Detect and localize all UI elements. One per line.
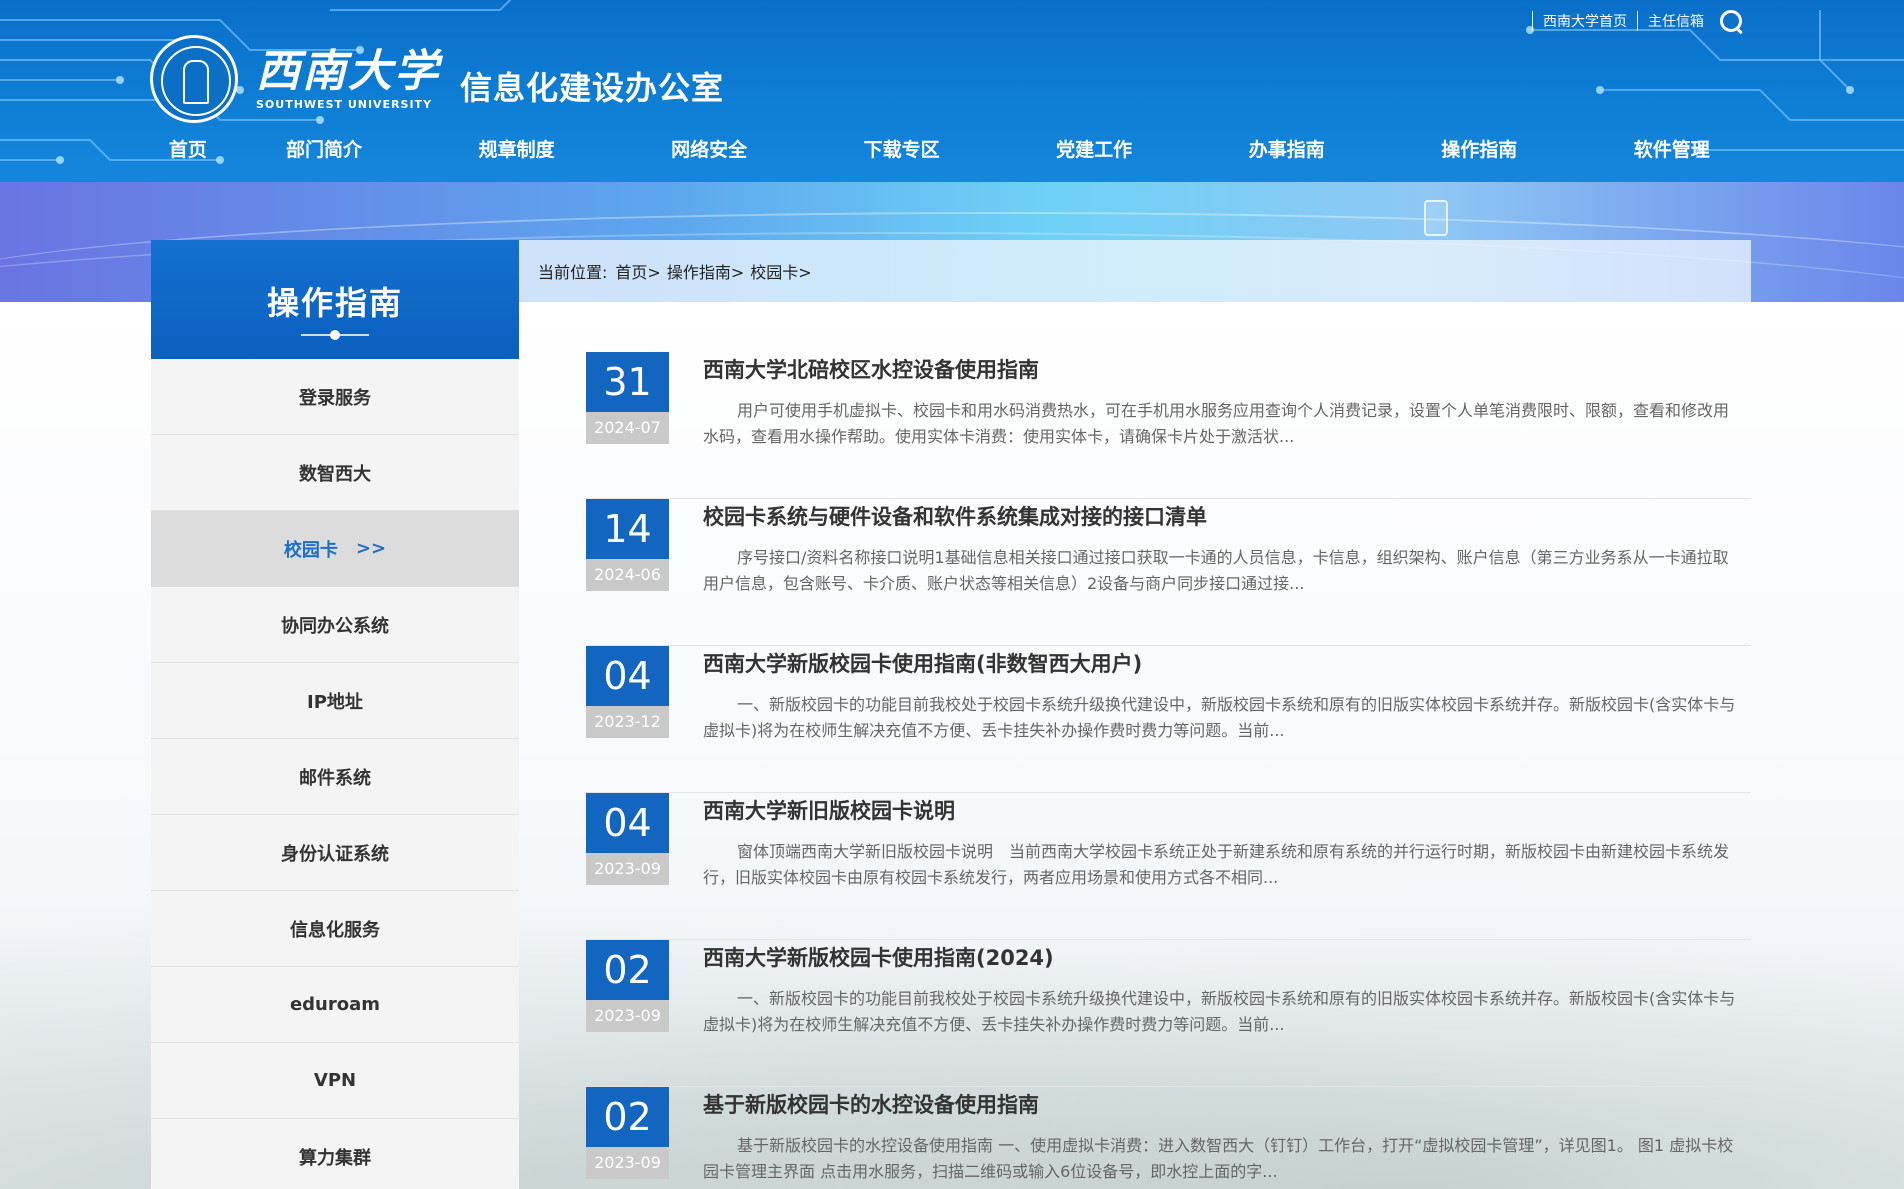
nav-item-network-security[interactable]: 网络安全 xyxy=(613,130,806,170)
sidebar-item-mail-system[interactable]: 邮件系统 xyxy=(151,739,519,815)
list-item[interactable]: 04 2023-09 西南大学新旧版校园卡说明 窗体顶端西南大学新旧版校园卡说明… xyxy=(586,793,1751,940)
news-title-link[interactable]: 校园卡系统与硬件设备和软件系统集成对接的接口清单 xyxy=(703,501,1207,531)
sidebar-item-label: 信息化服务 xyxy=(290,919,380,941)
news-title-link[interactable]: 西南大学新版校园卡使用指南(2024) xyxy=(703,942,1054,972)
top-link-director-mailbox[interactable]: 主任信箱 xyxy=(1648,11,1704,31)
nav-item-service-guide[interactable]: 办事指南 xyxy=(1190,130,1383,170)
sidebar-item-label: 邮件系统 xyxy=(299,767,371,789)
news-summary: 窗体顶端西南大学新旧版校园卡说明 当前西南大学校园卡系统正处于新建系统和原有系统… xyxy=(703,842,1730,887)
sidebar-item-computing-cluster[interactable]: 算力集群 xyxy=(151,1119,519,1189)
nav-item-downloads[interactable]: 下载专区 xyxy=(805,130,998,170)
list-item[interactable]: 02 2023-09 基于新版校园卡的水控设备使用指南 基于新版校园卡的水控设备… xyxy=(586,1087,1751,1189)
date-year-month: 2023-09 xyxy=(586,1147,669,1179)
sidebar-item-label: eduroam xyxy=(289,994,381,1015)
breadcrumb-link-operation-guide[interactable]: 操作指南> xyxy=(667,259,744,283)
date-badge: 04 2023-12 xyxy=(586,646,669,738)
university-logo[interactable]: 西南大学 SOUTHWEST UNIVERSITY 信息化建设办公室 xyxy=(150,34,724,124)
nav-item-operation-guide[interactable]: 操作指南 xyxy=(1383,130,1576,170)
office-title: 信息化建设办公室 xyxy=(460,69,725,107)
date-day: 02 xyxy=(586,1087,669,1147)
sidebar-item-label: 协同办公系统 xyxy=(281,615,389,637)
sidebar-item-campus-card[interactable]: 校园卡 >> xyxy=(151,511,519,587)
list-item[interactable]: 02 2023-09 西南大学新版校园卡使用指南(2024) 一、新版校园卡的功… xyxy=(586,940,1751,1087)
active-arrow-icon: >> xyxy=(355,538,387,559)
news-summary: 用户可使用手机虚拟卡、校园卡和用水码消费热水，可在手机用水服务应用查询个人消费记… xyxy=(703,401,1730,446)
date-year-month: 2023-09 xyxy=(586,1000,669,1032)
sidebar-item-ip-address[interactable]: IP地址 xyxy=(151,663,519,739)
date-badge: 02 2023-09 xyxy=(586,1087,669,1179)
sidebar: 操作指南 登录服务 数智西大 校园卡 >> 协同办公系统 IP地址 邮件系统 身… xyxy=(151,240,519,1189)
sidebar-item-label: IP地址 xyxy=(307,691,363,713)
news-title-link[interactable]: 西南大学北碚校区水控设备使用指南 xyxy=(703,354,1039,384)
sidebar-item-collaborative-office[interactable]: 协同办公系统 xyxy=(151,587,519,663)
breadcrumb-link-campus-card[interactable]: 校园卡> xyxy=(750,259,811,283)
nav-item-department[interactable]: 部门简介 xyxy=(228,130,421,170)
news-title-link[interactable]: 西南大学新版校园卡使用指南(非数智西大用户) xyxy=(703,648,1142,678)
news-title-link[interactable]: 基于新版校园卡的水控设备使用指南 xyxy=(703,1089,1039,1119)
date-badge: 04 2023-09 xyxy=(586,793,669,885)
nav-item-software[interactable]: 软件管理 xyxy=(1576,130,1769,170)
sidebar-item-label: 校园卡 xyxy=(283,539,338,561)
date-day: 31 xyxy=(586,352,669,412)
university-name: 西南大学 SOUTHWEST UNIVERSITY xyxy=(256,45,440,111)
divider xyxy=(1532,11,1533,31)
date-badge: 31 2024-07 xyxy=(586,352,669,444)
divider xyxy=(1637,11,1638,31)
university-name-cn: 西南大学 xyxy=(256,45,440,97)
sidebar-item-identity-auth[interactable]: 身份认证系统 xyxy=(151,815,519,891)
list-item[interactable]: 31 2024-07 西南大学北碚校区水控设备使用指南 用户可使用手机虚拟卡、校… xyxy=(586,352,1751,499)
sidebar-item-label: VPN xyxy=(313,1070,357,1091)
main-nav: 首页 部门简介 规章制度 网络安全 下载专区 党建工作 办事指南 操作指南 软件… xyxy=(148,130,1768,170)
date-badge: 14 2024-06 xyxy=(586,499,669,591)
date-year-month: 2023-09 xyxy=(586,853,669,885)
main-content: 当前位置: 首页> 操作指南> 校园卡> 31 2024-07 西南大学北碚校区… xyxy=(519,240,1751,1189)
news-summary: 基于新版校园卡的水控设备使用指南 一、使用虚拟卡消费：进入数智西大（钉钉）工作台… xyxy=(703,1136,1734,1181)
breadcrumb-link-home[interactable]: 首页> xyxy=(615,259,660,283)
sidebar-header: 操作指南 xyxy=(151,240,519,359)
news-list: 31 2024-07 西南大学北碚校区水控设备使用指南 用户可使用手机虚拟卡、校… xyxy=(586,352,1751,1189)
date-badge: 02 2023-09 xyxy=(586,940,669,1032)
news-summary: 一、新版校园卡的功能目前我校处于校园卡系统升级换代建设中，新版校园卡系统和原有的… xyxy=(703,989,1736,1034)
news-summary: 序号接口/资料名称接口说明1基础信息相关接口通过接口获取一卡通的人员信息，卡信息… xyxy=(703,548,1729,593)
device-icon xyxy=(1424,200,1448,236)
list-item[interactable]: 14 2024-06 校园卡系统与硬件设备和软件系统集成对接的接口清单 序号接口… xyxy=(586,499,1751,646)
nav-item-home[interactable]: 首页 xyxy=(148,130,228,170)
date-day: 02 xyxy=(586,940,669,1000)
sidebar-item-eduroam[interactable]: eduroam xyxy=(151,967,519,1043)
site-header: 西南大学 SOUTHWEST UNIVERSITY 信息化建设办公室 西南大学首… xyxy=(0,0,1904,182)
news-title-link[interactable]: 西南大学新旧版校园卡说明 xyxy=(703,795,955,825)
sidebar-item-login-service[interactable]: 登录服务 xyxy=(151,359,519,435)
sidebar-item-label: 身份认证系统 xyxy=(281,843,389,865)
top-links: 西南大学首页 主任信箱 xyxy=(1522,8,1744,34)
date-year-month: 2024-06 xyxy=(586,559,669,591)
date-year-month: 2024-07 xyxy=(586,412,669,444)
list-item[interactable]: 04 2023-12 西南大学新版校园卡使用指南(非数智西大用户) 一、新版校园… xyxy=(586,646,1751,793)
sidebar-item-label: 算力集群 xyxy=(299,1147,371,1169)
sidebar-title: 操作指南 xyxy=(266,284,403,322)
nav-item-regulations[interactable]: 规章制度 xyxy=(420,130,613,170)
nav-item-party-building[interactable]: 党建工作 xyxy=(998,130,1191,170)
date-year-month: 2023-12 xyxy=(586,706,669,738)
university-name-en: SOUTHWEST UNIVERSITY xyxy=(256,97,433,111)
date-day: 04 xyxy=(586,793,669,853)
search-icon[interactable] xyxy=(1718,8,1744,34)
breadcrumb-label: 当前位置: xyxy=(538,263,608,282)
sidebar-title-decoration xyxy=(301,330,369,340)
sidebar-item-label: 登录服务 xyxy=(299,387,371,409)
sidebar-item-vpn[interactable]: VPN xyxy=(151,1043,519,1119)
sidebar-item-it-service[interactable]: 信息化服务 xyxy=(151,891,519,967)
date-day: 14 xyxy=(586,499,669,559)
top-link-university-home[interactable]: 西南大学首页 xyxy=(1543,11,1627,31)
date-day: 04 xyxy=(586,646,669,706)
sidebar-item-label: 数智西大 xyxy=(299,463,371,485)
university-seal-icon xyxy=(150,35,238,123)
sidebar-item-smart-swu[interactable]: 数智西大 xyxy=(151,435,519,511)
news-summary: 一、新版校园卡的功能目前我校处于校园卡系统升级换代建设中，新版校园卡系统和原有的… xyxy=(703,695,1736,740)
breadcrumb: 当前位置: 首页> 操作指南> 校园卡> xyxy=(519,240,1751,302)
